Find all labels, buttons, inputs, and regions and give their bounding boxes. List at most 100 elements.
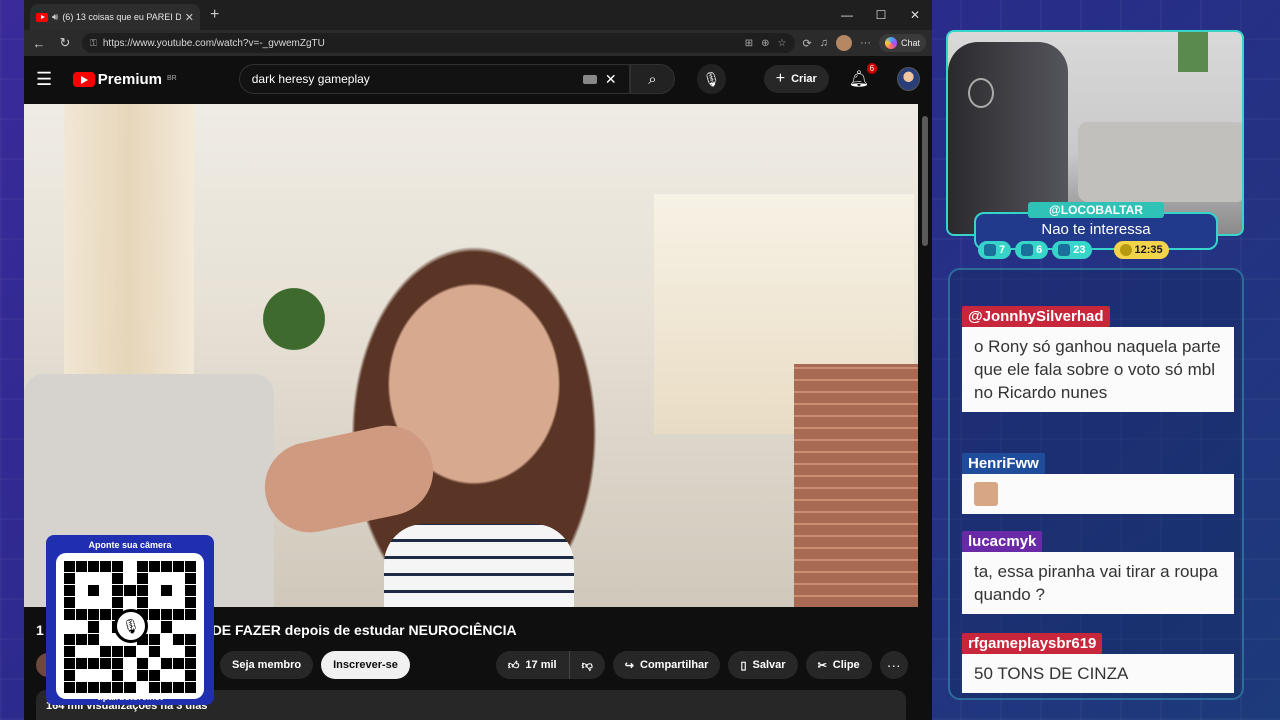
notification-badge: 6 (866, 63, 878, 74)
browser-tab[interactable]: 🔊︎ (6) 13 coisas que eu PAREI DE ✕ (30, 4, 200, 30)
browser-profile-avatar[interactable] (835, 35, 852, 51)
create-label: Criar (791, 73, 817, 85)
video-title-start: 1 (36, 622, 44, 638)
keyboard-icon[interactable] (582, 74, 597, 84)
qr-module (64, 657, 76, 669)
qr-module (64, 609, 76, 621)
qr-module (76, 657, 88, 669)
qr-module (88, 573, 100, 585)
qr-module (136, 597, 148, 609)
qr-module (160, 657, 172, 669)
chat-author: rfgameplaysbr619 (962, 633, 1103, 654)
account-avatar[interactable] (897, 67, 920, 91)
qr-module (88, 597, 100, 609)
qr-module (76, 621, 88, 633)
video-player[interactable] (24, 104, 918, 607)
qr-module (64, 561, 76, 573)
qr-module (160, 633, 172, 645)
qr-module (136, 657, 148, 669)
qr-module (100, 561, 112, 573)
kick-viewers: 23 (1052, 241, 1092, 259)
clip-button[interactable]: ✂ Clipe (805, 651, 872, 679)
qr-module (88, 585, 100, 597)
speaker-icon[interactable]: 🔊︎ (52, 12, 58, 23)
qr-module (172, 621, 184, 633)
youtube-logo[interactable]: Premium BR (72, 70, 177, 88)
subscribe-button[interactable]: Inscrever-se (321, 651, 410, 679)
qr-module (148, 597, 160, 609)
plant (254, 264, 334, 374)
qr-module (100, 585, 112, 597)
youtube-viewers: 6 (1015, 241, 1049, 259)
thumbs-up-icon: 👍︎ (507, 659, 520, 672)
plus-icon: + (775, 70, 786, 87)
zoom-icon[interactable]: ⊕ (761, 38, 769, 49)
page-scrollbar[interactable] (922, 104, 930, 714)
bell-icon: 🔔︎ (848, 71, 870, 88)
notifications-button[interactable]: 🔔︎ 6 (848, 63, 878, 89)
clear-search-icon[interactable]: ✕ (605, 71, 617, 88)
qr-module (172, 633, 184, 645)
qr-module (112, 561, 124, 573)
favorite-star-icon[interactable]: ☆ (778, 38, 787, 49)
search-icon: ⌕ (648, 70, 657, 88)
youtube-favicon-icon (36, 12, 48, 22)
qr-module (160, 621, 172, 633)
save-button[interactable]: ▯ Salvar (728, 651, 798, 679)
chat-message: lucacmyk ta, essa piranha vai tirar a ro… (962, 531, 1234, 614)
share-button[interactable]: ↪ Compartilhar (612, 651, 721, 679)
qr-module (64, 621, 76, 633)
striped-sweater (384, 524, 574, 607)
qr-module (112, 573, 124, 585)
scrollbar-thumb[interactable] (922, 116, 928, 246)
qr-module (88, 609, 100, 621)
copilot-chat-button[interactable]: Chat (878, 34, 926, 52)
maximize-icon[interactable]: ☐ (864, 0, 898, 30)
close-tab-icon[interactable]: ✕ (185, 11, 194, 24)
url-text: https://www.youtube.com/watch?v=-_gvwemZ… (102, 37, 325, 49)
app-available-icon[interactable]: ⊞ (745, 38, 753, 49)
dislike-button[interactable]: 👎︎ (569, 651, 605, 679)
microphone-icon: 🎙︎ (702, 70, 721, 87)
logo-text: Premium (97, 70, 162, 88)
minimize-icon[interactable]: — (830, 0, 864, 30)
new-tab-icon[interactable]: + (210, 6, 219, 24)
qr-module (64, 645, 76, 657)
qr-module (124, 585, 136, 597)
url-field[interactable]: ⚿ https://www.youtube.com/watch?v=-_gvwe… (82, 33, 795, 53)
join-button[interactable]: Seja membro (220, 651, 314, 679)
create-button[interactable]: + Criar (763, 65, 829, 93)
youtube-header: ☰ Premium BR dark heresy gameplay ✕ ⌕ 🎙︎… (24, 56, 932, 102)
qr-module (76, 585, 88, 597)
back-icon[interactable]: ← (30, 36, 48, 51)
share-label: Compartilhar (640, 659, 709, 671)
media-icon[interactable]: ♫ (820, 37, 828, 49)
qr-module (184, 609, 196, 621)
site-info-icon[interactable]: ⚿ (90, 38, 97, 49)
qr-module (136, 669, 148, 681)
more-actions-icon[interactable]: ··· (879, 651, 908, 679)
qr-module (184, 645, 196, 657)
qr-module (76, 645, 88, 657)
reload-icon[interactable]: ↻ (56, 35, 74, 51)
qr-module (184, 669, 196, 681)
stream-timer: 12:35 (1113, 241, 1169, 259)
platform-stats: 7 6 23 12:35 (978, 241, 1169, 259)
extensions-icon[interactable]: ⟳ (803, 37, 812, 50)
menu-dots-icon[interactable]: ··· (860, 37, 871, 49)
qr-bottom-text: tipa.rbstore.net (97, 692, 163, 702)
stream-chat: @JonnhySilverhad o Rony só ganhou naquel… (948, 268, 1244, 700)
voice-search-button[interactable]: 🎙︎ (697, 64, 726, 94)
qr-module (148, 657, 160, 669)
chat-text (962, 474, 1234, 514)
close-window-icon[interactable]: ✕ (898, 0, 932, 30)
search-button[interactable]: ⌕ (629, 64, 676, 94)
chat-author: @JonnhySilverhad (962, 306, 1110, 327)
tab-title: (6) 13 coisas que eu PAREI DE (62, 12, 181, 22)
like-button[interactable]: 👍︎ 17 mil (495, 651, 570, 679)
qr-module (76, 633, 88, 645)
hamburger-menu-icon[interactable]: ☰ (36, 69, 59, 90)
qr-module (160, 609, 172, 621)
url-actions: ⊞ ⊕ ☆ (745, 38, 787, 49)
search-input[interactable]: dark heresy gameplay ✕ (238, 64, 630, 94)
